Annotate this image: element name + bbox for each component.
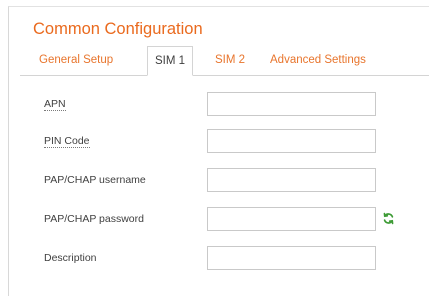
tab-bar: General Setup SIM 1 SIM 2 Advanced Setti… bbox=[20, 46, 429, 76]
form-row-description: Description bbox=[44, 246, 424, 270]
form-row-pin-code: PIN Code bbox=[44, 129, 424, 153]
pap-chap-password-label: PAP/CHAP password bbox=[44, 213, 144, 225]
pin-code-label: PIN Code bbox=[44, 135, 90, 148]
form-row-apn: APN bbox=[44, 92, 424, 116]
description-label: Description bbox=[44, 252, 97, 264]
pap-chap-password-input[interactable] bbox=[207, 207, 376, 231]
form-row-pap-chap-username: PAP/CHAP username bbox=[44, 168, 424, 192]
apn-label: APN bbox=[44, 98, 66, 111]
section-title: Common Configuration bbox=[33, 20, 203, 38]
refresh-icon[interactable] bbox=[382, 212, 395, 225]
tab-sim-2[interactable]: SIM 2 bbox=[215, 46, 245, 75]
description-input[interactable] bbox=[207, 246, 376, 270]
tab-advanced-settings[interactable]: Advanced Settings bbox=[270, 46, 366, 75]
pap-chap-username-input[interactable] bbox=[207, 168, 376, 192]
form-row-pap-chap-password: PAP/CHAP password bbox=[44, 207, 424, 231]
apn-input[interactable] bbox=[207, 92, 376, 116]
tab-sim-1[interactable]: SIM 1 bbox=[147, 46, 193, 76]
pap-chap-username-label: PAP/CHAP username bbox=[44, 174, 146, 186]
tab-general-setup[interactable]: General Setup bbox=[39, 46, 113, 75]
pin-code-input[interactable] bbox=[207, 129, 376, 153]
